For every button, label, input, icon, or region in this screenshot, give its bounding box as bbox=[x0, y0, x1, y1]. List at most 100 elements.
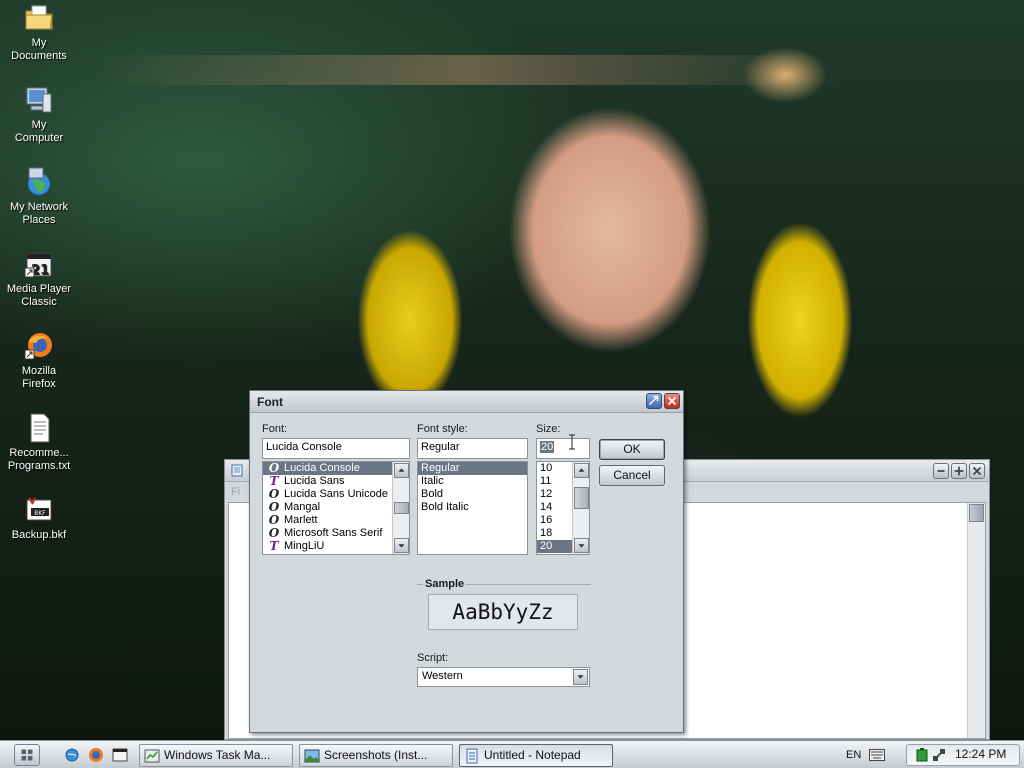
chevron-down-icon bbox=[578, 544, 585, 548]
desktop-icon-my-documents[interactable]: My Documents bbox=[0, 2, 78, 63]
font-style-list[interactable]: Regular Italic Bold Bold Italic bbox=[417, 461, 528, 555]
minimize-button[interactable] bbox=[933, 463, 949, 479]
list-item-label: 20 bbox=[540, 540, 553, 552]
scroll-down-button[interactable] bbox=[394, 538, 409, 553]
scrollbar-thumb[interactable] bbox=[394, 502, 409, 514]
dialog-titlebar[interactable]: Font bbox=[250, 391, 683, 413]
text-cursor-icon bbox=[569, 434, 575, 450]
folder-documents-icon bbox=[25, 5, 53, 30]
vertical-scrollbar[interactable] bbox=[967, 503, 985, 738]
desktop-icon-label: Backup.bkf bbox=[11, 529, 67, 541]
chevron-down-icon bbox=[577, 675, 584, 679]
list-item-label: Regular bbox=[421, 462, 460, 474]
list-item[interactable]: O Microsoft Sans Serif bbox=[263, 527, 409, 540]
chevron-down-icon bbox=[398, 544, 405, 548]
list-item[interactable]: O Lucida Console bbox=[263, 462, 409, 475]
font-list-scrollbar[interactable] bbox=[392, 462, 409, 554]
media-player-classic-icon[interactable] bbox=[112, 747, 128, 763]
close-button[interactable] bbox=[969, 463, 985, 479]
size-list[interactable]: 10 11 12 14 16 18 20 bbox=[536, 461, 590, 555]
list-item-label: Mangal bbox=[284, 501, 321, 513]
desktop-icon-mozilla-firefox[interactable]: Mozilla Firefox bbox=[0, 330, 78, 391]
computer-icon bbox=[26, 87, 52, 113]
font-dialog[interactable]: Font Font: Lucida Console O Lucida Consol… bbox=[249, 390, 684, 733]
show-desktop-icon[interactable] bbox=[64, 747, 80, 763]
sample-preview: AaBbYyZz bbox=[428, 594, 578, 630]
list-item[interactable]: Bold bbox=[418, 488, 527, 501]
desktop-icon-label: My Documents bbox=[11, 37, 67, 62]
minimize-icon bbox=[937, 470, 945, 472]
dialog-close-button[interactable] bbox=[664, 393, 680, 409]
dialog-title: Font bbox=[257, 395, 283, 409]
svg-text:BKF: BKF bbox=[34, 510, 46, 517]
list-item[interactable]: T Lucida Sans bbox=[263, 475, 409, 488]
scroll-down-button[interactable] bbox=[574, 538, 589, 553]
script-select-value: Western bbox=[422, 670, 463, 682]
desktop-icon-label: My Computer bbox=[14, 119, 64, 144]
battery-icon[interactable] bbox=[916, 748, 928, 762]
scrollbar-thumb[interactable] bbox=[574, 487, 589, 509]
menu-file-fragment[interactable]: Fi bbox=[231, 486, 240, 498]
taskbar-button-screenshots[interactable]: Screenshots (Inst... bbox=[299, 744, 453, 767]
taskbar-button-notepad[interactable]: Untitled - Notepad bbox=[459, 744, 613, 767]
keyboard-icon[interactable] bbox=[869, 749, 885, 761]
scroll-up-button[interactable] bbox=[394, 463, 409, 478]
scrollbar-thumb[interactable] bbox=[969, 504, 984, 522]
list-item[interactable]: O Lucida Sans Unicode bbox=[263, 488, 409, 501]
list-item-label: 18 bbox=[540, 527, 553, 539]
start-grid-icon bbox=[21, 749, 33, 761]
cancel-button[interactable]: Cancel bbox=[599, 465, 665, 486]
list-item-label: Bold bbox=[421, 488, 444, 500]
font-name-input[interactable]: Lucida Console bbox=[262, 438, 410, 459]
list-item-label: Lucida Sans bbox=[284, 475, 345, 487]
firefox-icon[interactable] bbox=[88, 747, 104, 763]
desktop-icon-media-player-classic[interactable]: 21 Media Player Classic bbox=[0, 248, 78, 309]
desktop-icon-label: Mozilla Firefox bbox=[21, 365, 57, 390]
size-list-scrollbar[interactable] bbox=[572, 462, 589, 554]
scroll-up-button[interactable] bbox=[574, 463, 589, 478]
desktop-icon-recommended-programs[interactable]: Recomme... Programs.txt bbox=[0, 412, 78, 473]
font-label: Font: bbox=[262, 423, 288, 435]
maximize-button[interactable] bbox=[951, 463, 967, 479]
size-input[interactable]: 20 bbox=[536, 438, 590, 459]
close-icon bbox=[972, 466, 982, 476]
ok-button[interactable]: OK bbox=[599, 439, 665, 460]
list-item-label: Microsoft Sans Serif bbox=[284, 527, 383, 539]
system-clock[interactable]: 12:24 PM bbox=[955, 747, 1006, 761]
media-player-classic-icon: 21 bbox=[24, 253, 52, 278]
help-button[interactable] bbox=[646, 393, 662, 409]
taskbar-button-label: Screenshots (Inst... bbox=[324, 748, 428, 762]
list-item[interactable]: Italic bbox=[418, 475, 527, 488]
taskbar-button-label: Untitled - Notepad bbox=[484, 748, 581, 762]
desktop-icon-backup-bkf[interactable]: BKF Backup.bkf bbox=[0, 494, 78, 542]
maximize-icon bbox=[954, 466, 964, 476]
list-item-label: Marlett bbox=[284, 514, 318, 526]
list-item[interactable]: O Mangal bbox=[263, 501, 409, 514]
text-file-icon bbox=[30, 413, 50, 443]
list-item-label: Bold Italic bbox=[421, 501, 469, 513]
sample-legend: Sample bbox=[423, 578, 467, 590]
network-places-icon bbox=[27, 167, 51, 196]
firefox-icon bbox=[24, 333, 52, 360]
taskbar-button-task-manager[interactable]: Windows Task Ma... bbox=[139, 744, 293, 767]
wallpaper-light-stripe bbox=[100, 55, 840, 85]
desktop-icon-my-network-places[interactable]: My Network Places bbox=[0, 166, 78, 227]
script-dropdown-button[interactable] bbox=[573, 669, 588, 685]
list-item-label: Italic bbox=[421, 475, 444, 487]
backup-file-icon: BKF bbox=[26, 497, 52, 521]
notepad-icon bbox=[466, 748, 478, 764]
chevron-up-icon bbox=[578, 468, 585, 472]
script-select[interactable]: Western bbox=[417, 667, 590, 687]
network-status-icon[interactable] bbox=[932, 748, 946, 762]
list-item[interactable]: Regular bbox=[418, 462, 527, 475]
list-item[interactable]: Bold Italic bbox=[418, 501, 527, 514]
font-style-label: Font style: bbox=[417, 423, 468, 435]
list-item[interactable]: O Marlett bbox=[263, 514, 409, 527]
start-button[interactable] bbox=[14, 744, 40, 766]
language-indicator[interactable]: EN bbox=[846, 749, 861, 761]
list-item[interactable]: T MingLiU bbox=[263, 540, 409, 553]
font-style-input[interactable]: Regular bbox=[417, 438, 528, 459]
list-item-label: 14 bbox=[540, 501, 553, 513]
desktop-icon-my-computer[interactable]: My Computer bbox=[0, 84, 78, 145]
font-list[interactable]: O Lucida Console T Lucida Sans O Lucida Sans … bbox=[262, 461, 410, 555]
